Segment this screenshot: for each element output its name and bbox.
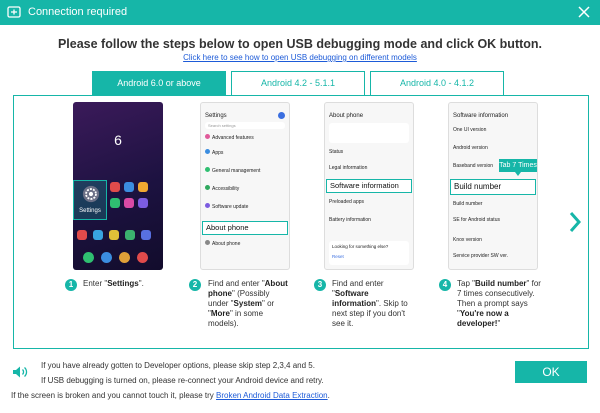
about-phone-highlight: About phone <box>202 221 288 235</box>
ok-button[interactable]: OK <box>515 361 587 383</box>
settings-app-highlight: Settings <box>73 180 107 220</box>
close-icon[interactable] <box>576 4 592 20</box>
steps-panel: 6 Settings Settings Search settings Adva… <box>13 95 589 349</box>
phone4-item: Knox version <box>453 237 482 243</box>
note-broken-screen: If the screen is broken and you cannot t… <box>11 391 330 400</box>
build-number-highlight: Build number <box>450 179 536 195</box>
step-1-screenshot: 6 Settings <box>73 102 163 270</box>
phone3-item: Legal information <box>329 165 368 171</box>
window-title: Connection required <box>28 6 128 18</box>
step-4-screenshot: Software information One UI version Andr… <box>448 102 538 270</box>
help-link[interactable]: Click here to see how to open USB debugg… <box>0 53 600 62</box>
phone4-item: Android version <box>453 145 488 151</box>
avatar <box>278 112 285 119</box>
speaker-icon <box>13 366 28 378</box>
phone2-item: General management <box>212 168 261 174</box>
note-developer-options: If you have already gotten to Developer … <box>41 361 315 370</box>
phone3-footer-link: Reset <box>332 254 344 259</box>
phone2-item: Advanced features <box>212 135 254 141</box>
phone4-item: Build number <box>453 201 483 207</box>
phone-clock: 6 <box>114 132 122 148</box>
phone2-item: Apps <box>212 150 224 156</box>
title-bar: Connection required <box>0 0 600 25</box>
step-4-text: Tap "Build number" for 7 times consecuti… <box>457 279 541 328</box>
usb-icon <box>7 6 21 18</box>
phone2-title: Settings <box>205 113 227 119</box>
step-1-number: 1 <box>65 279 77 291</box>
broken-android-data-extraction-link[interactable]: Broken Android Data Extraction <box>216 391 328 400</box>
phone3-item: Preloaded apps <box>329 199 365 205</box>
step-1-text: Enter "Settings". <box>83 279 144 288</box>
tab-android-4-2[interactable]: Android 4.2 - 5.1.1 <box>231 71 365 95</box>
phone2-search: Search settings <box>205 122 285 129</box>
tab-android-4-0[interactable]: Android 4.0 - 4.1.2 <box>370 71 504 95</box>
chevron-right-icon[interactable] <box>568 211 582 233</box>
phone4-item: SE for Android status <box>453 217 500 223</box>
settings-app-label: Settings <box>79 208 101 214</box>
gear-icon <box>82 185 100 203</box>
phone2-item: Accessibility <box>212 186 240 192</box>
phone4-title: Software information <box>453 113 509 119</box>
phone4-item: Service provider SW ver. <box>453 253 509 259</box>
step-3-screenshot: About phone Status Legal information Sof… <box>324 102 414 270</box>
phone2-item: Software update <box>212 204 249 210</box>
phone4-item: One UI version <box>453 127 487 133</box>
tab-android-6[interactable]: Android 6.0 or above <box>92 71 226 95</box>
step-2-number: 2 <box>189 279 201 291</box>
phone3-title: About phone <box>329 113 364 119</box>
note-usb-debugging: If USB debugging is turned on, please re… <box>41 376 324 385</box>
phone2-item: About phone <box>212 241 241 247</box>
step-4-number: 4 <box>439 279 451 291</box>
phone3-footer: Looking for something else? <box>332 244 389 249</box>
software-information-highlight: Software information <box>326 179 412 193</box>
tap-hint-label: Tab 7 Times <box>499 159 537 172</box>
phone4-item: Baseband version <box>453 163 494 169</box>
page-heading: Please follow the steps below to open US… <box>57 37 543 51</box>
phone3-item: Status <box>329 149 344 155</box>
phone3-item: Battery information <box>329 217 371 223</box>
tap-hint-pointer <box>515 172 521 176</box>
step-3-number: 3 <box>314 279 326 291</box>
step-2-screenshot: Settings Search settings Advanced featur… <box>200 102 290 270</box>
step-3-text: Find and enter "Software information". S… <box>332 279 408 328</box>
step-2-text: Find and enter "About phone" (Possibly u… <box>208 279 288 328</box>
